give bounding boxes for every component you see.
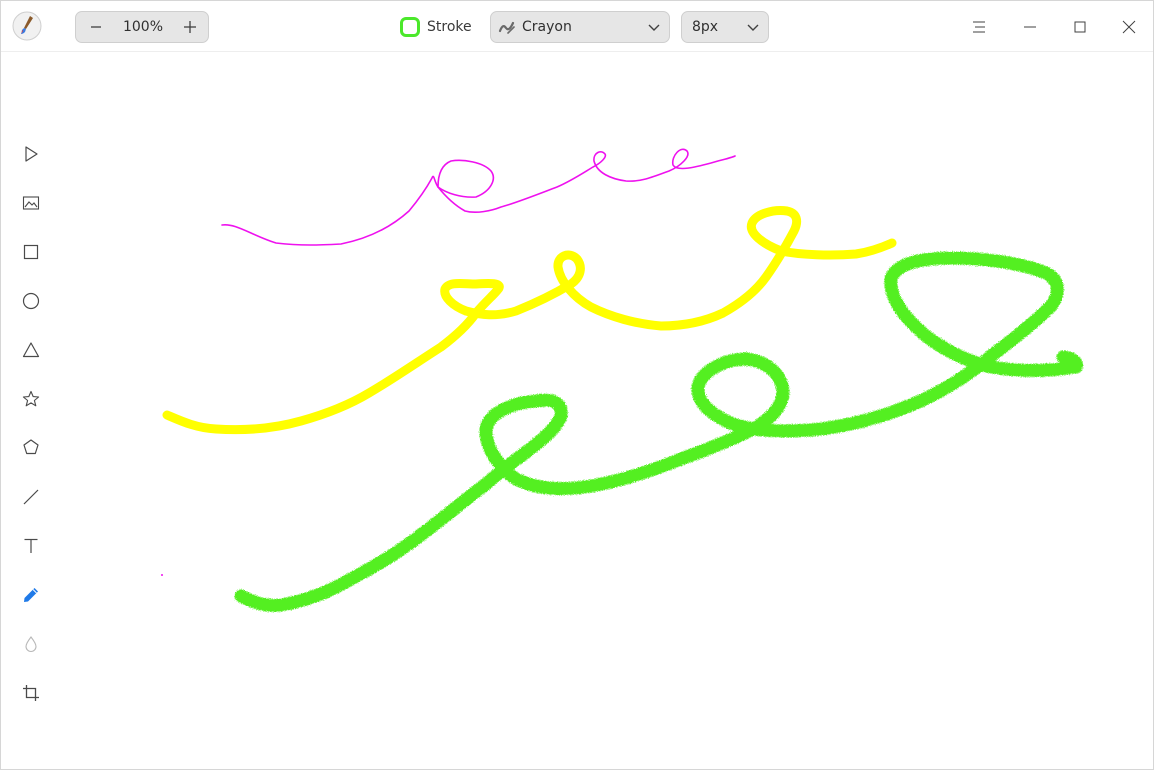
maximize-button[interactable] bbox=[1064, 11, 1096, 43]
app-window: 100% Stroke Crayon 8px bbox=[0, 0, 1154, 770]
brush-type-value: Crayon bbox=[522, 19, 572, 35]
magenta-dot bbox=[161, 574, 163, 576]
brush-type-dropdown[interactable]: Crayon bbox=[490, 11, 670, 43]
minimize-icon bbox=[1024, 26, 1036, 28]
menu-button[interactable] bbox=[963, 11, 995, 43]
brush-size-dropdown[interactable]: 8px bbox=[681, 11, 769, 43]
zoom-value[interactable]: 100% bbox=[114, 12, 172, 42]
close-button[interactable] bbox=[1113, 11, 1145, 43]
hamburger-icon bbox=[973, 21, 985, 33]
maximize-icon bbox=[1074, 21, 1086, 33]
brush-app-icon bbox=[12, 11, 42, 41]
stroke-label: Stroke bbox=[427, 19, 472, 35]
drawing-canvas[interactable] bbox=[1, 52, 1153, 769]
chevron-down-icon bbox=[747, 24, 759, 31]
zoom-control: 100% bbox=[75, 11, 209, 43]
zoom-in-button[interactable] bbox=[172, 12, 208, 42]
minus-icon bbox=[91, 26, 101, 28]
brush-size-value: 8px bbox=[692, 19, 719, 35]
plus-icon bbox=[184, 21, 196, 33]
chevron-down-icon bbox=[648, 24, 660, 31]
minimize-button[interactable] bbox=[1014, 11, 1046, 43]
titlebar: 100% Stroke Crayon 8px bbox=[1, 1, 1153, 52]
close-icon bbox=[1122, 20, 1136, 34]
magenta-stroke-loop bbox=[437, 159, 495, 198]
crayon-icon bbox=[498, 21, 515, 34]
stroke-color-button[interactable]: Stroke bbox=[400, 15, 472, 39]
green-stroke bbox=[234, 251, 1084, 612]
stroke-color-swatch bbox=[400, 17, 420, 37]
zoom-out-button[interactable] bbox=[78, 12, 114, 42]
